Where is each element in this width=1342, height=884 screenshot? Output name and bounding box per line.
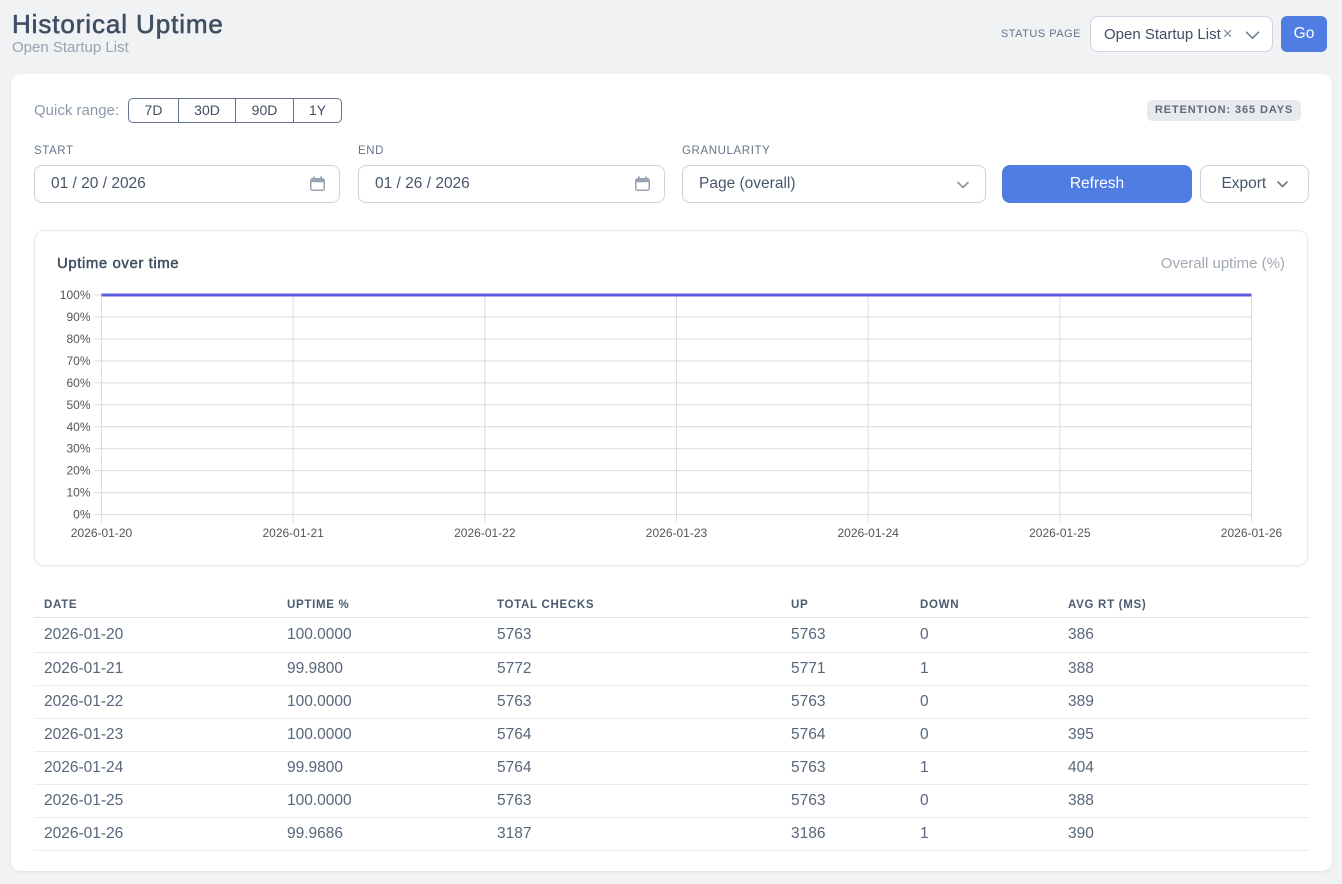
svg-text:2026-01-21: 2026-01-21: [262, 526, 324, 540]
svg-text:40%: 40%: [66, 420, 90, 434]
svg-text:0%: 0%: [73, 508, 91, 522]
svg-text:2026-01-23: 2026-01-23: [646, 526, 708, 540]
svg-text:70%: 70%: [66, 354, 90, 368]
svg-text:2026-01-26: 2026-01-26: [1221, 526, 1283, 540]
svg-text:10%: 10%: [66, 486, 90, 500]
svg-text:20%: 20%: [66, 464, 90, 478]
svg-text:30%: 30%: [66, 442, 90, 456]
svg-text:2026-01-24: 2026-01-24: [837, 526, 899, 540]
svg-text:2026-01-25: 2026-01-25: [1029, 526, 1091, 540]
svg-text:100%: 100%: [60, 288, 91, 302]
svg-text:80%: 80%: [66, 332, 90, 346]
svg-text:50%: 50%: [66, 398, 90, 412]
svg-text:90%: 90%: [66, 310, 90, 324]
svg-text:2026-01-20: 2026-01-20: [71, 526, 133, 540]
svg-text:60%: 60%: [66, 376, 90, 390]
svg-text:2026-01-22: 2026-01-22: [454, 526, 516, 540]
